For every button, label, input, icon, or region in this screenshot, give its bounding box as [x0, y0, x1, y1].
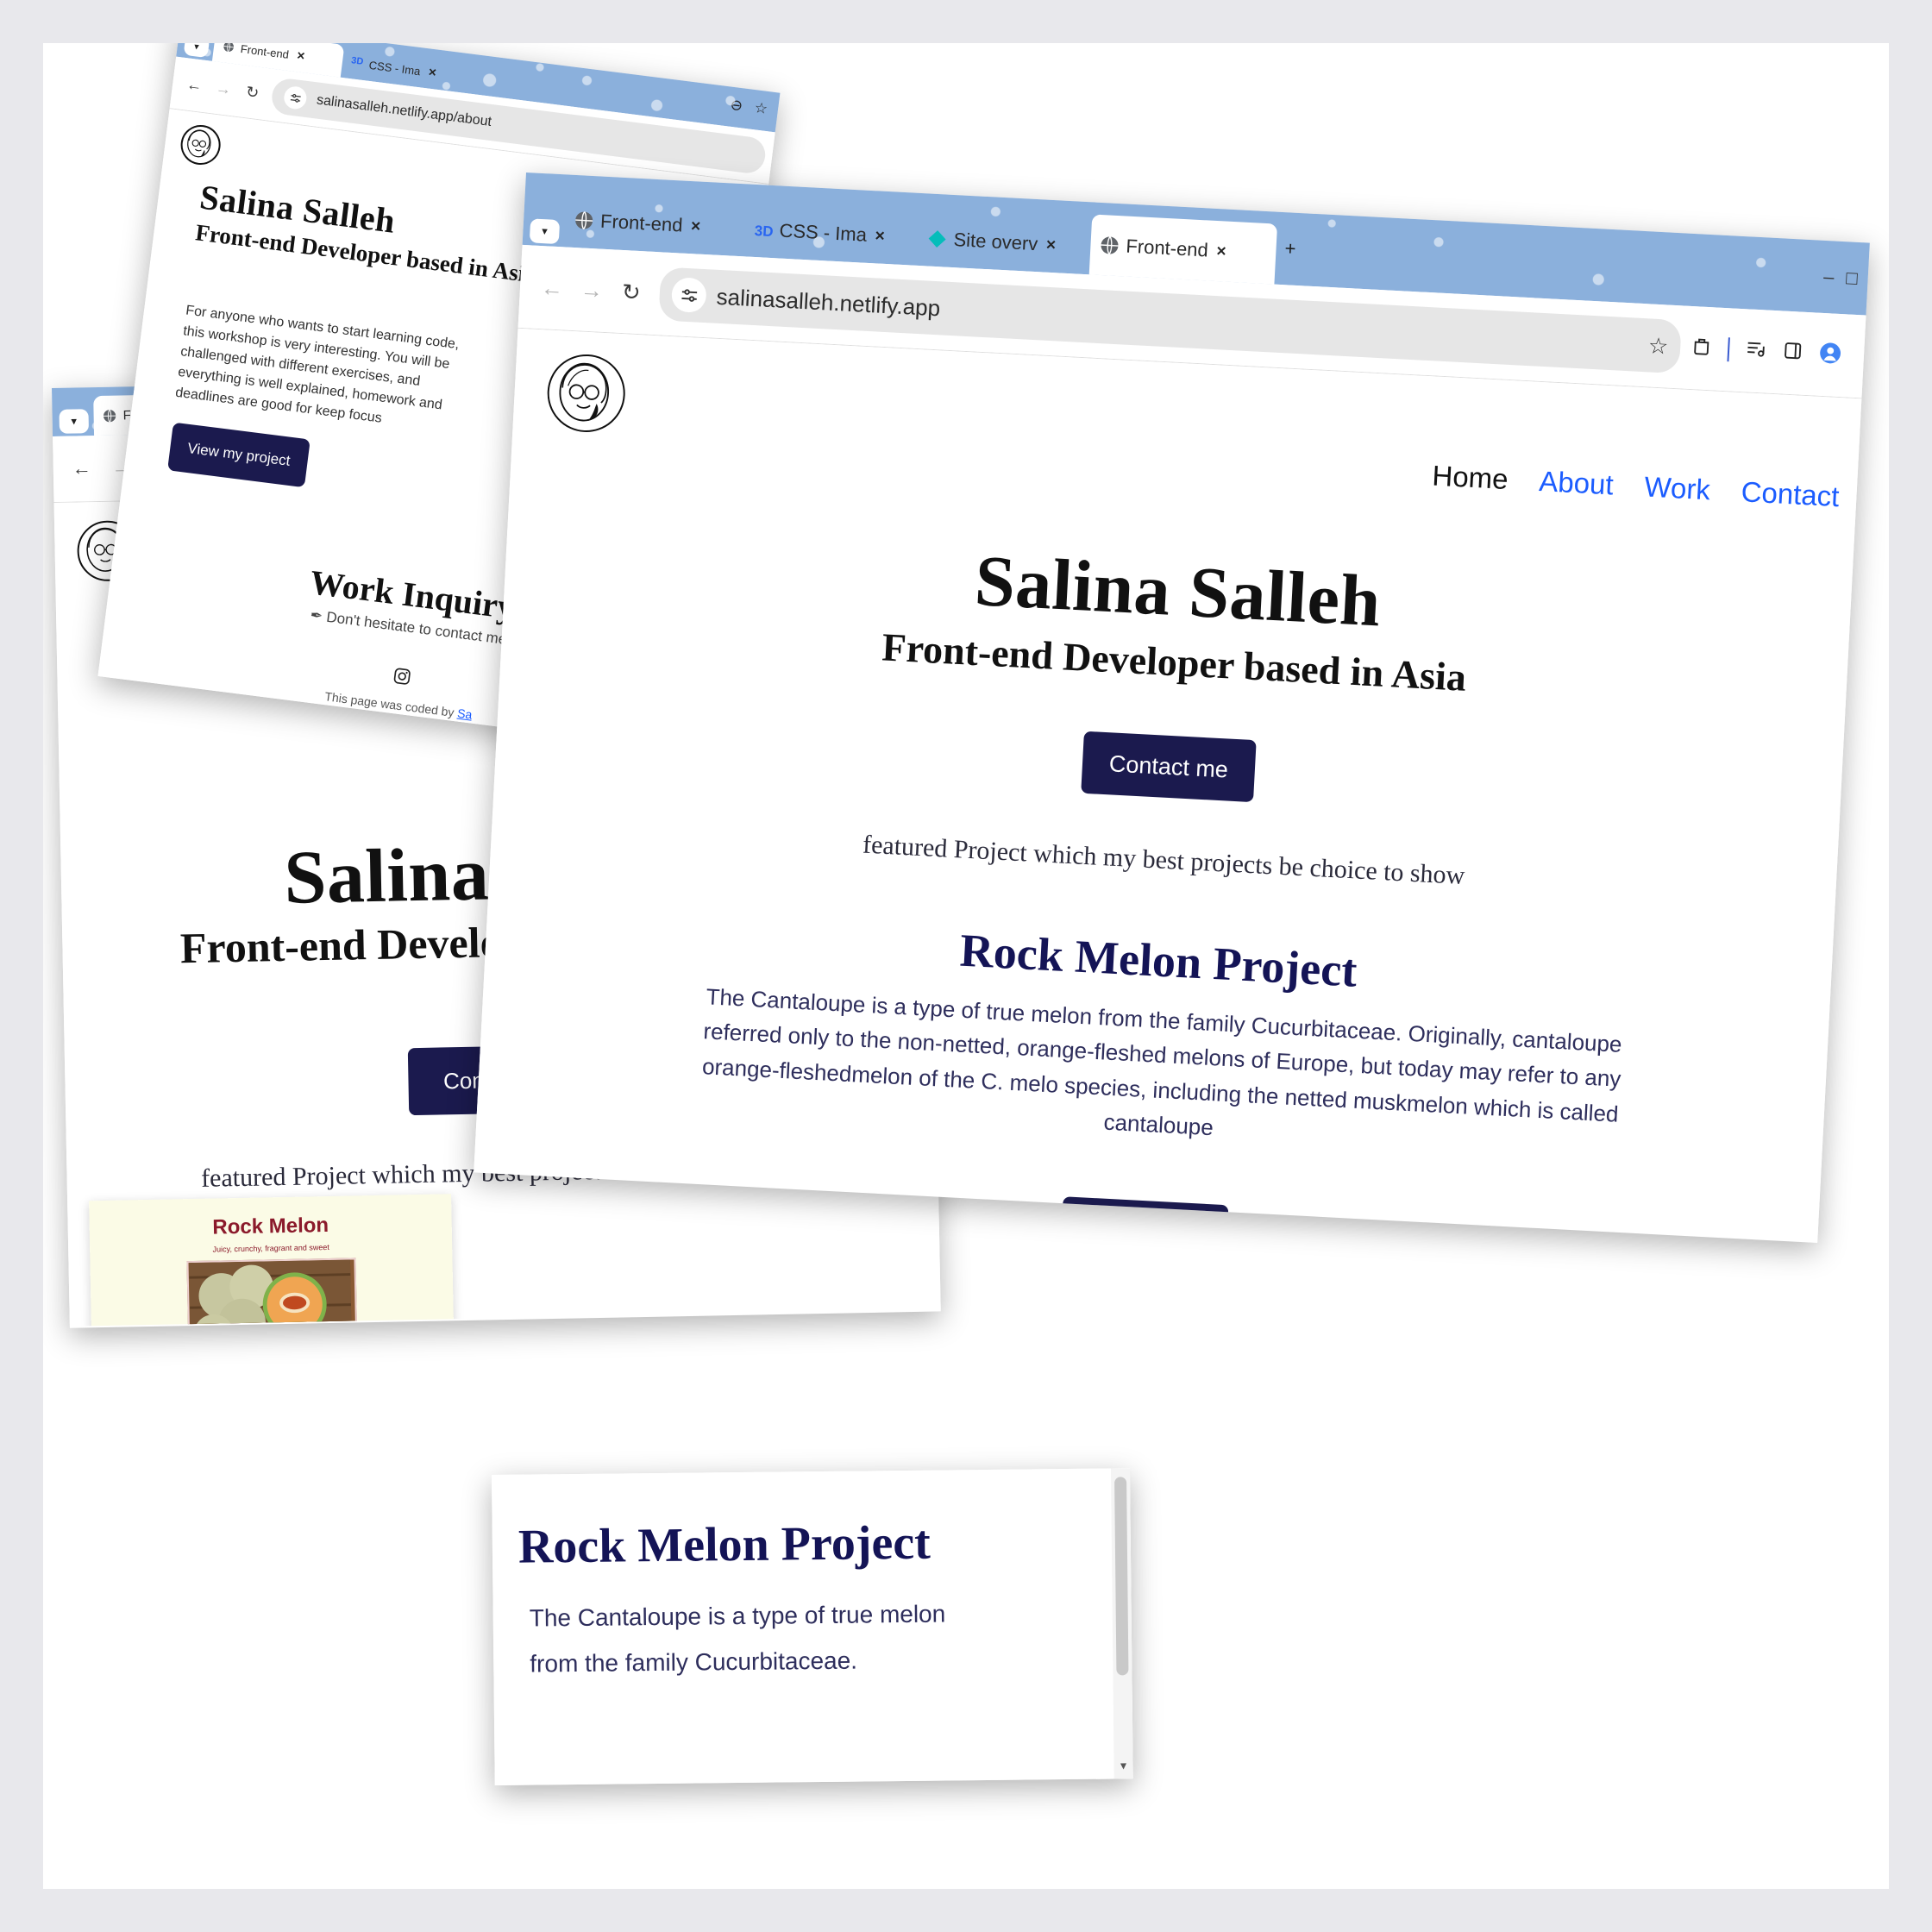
maximize-button[interactable]: □ — [1846, 267, 1859, 290]
melon-card-title: Rock Melon — [212, 1214, 329, 1239]
scrollbar-thumb[interactable] — [1114, 1477, 1129, 1676]
screenshot-canvas: ▾ Front-end ✕ ← → ↻ s — [43, 43, 1889, 1889]
tab-front-end-1[interactable]: Front-end ✕ — [564, 191, 748, 256]
tab-close-icon[interactable]: ✕ — [874, 228, 886, 244]
vertical-scrollbar[interactable]: ▼ — [1110, 1468, 1133, 1779]
address-bar-text: salinasalleh.netlify.app — [716, 283, 941, 321]
instagram-icon[interactable] — [391, 666, 412, 692]
tabstrip-right-icons[interactable]: ⊖ ☆ — [718, 95, 779, 122]
nav-link-home[interactable]: Home — [1432, 459, 1509, 496]
featured-projects-line: featured Project which my best projects … — [862, 830, 1466, 891]
star-icon[interactable]: ☆ — [1647, 332, 1669, 360]
about-paragraph: For anyone who wants to start learning c… — [174, 303, 461, 426]
zoom-out-icon[interactable]: ⊖ — [730, 97, 744, 116]
tab-css-images[interactable]: 3D CSS - Ima ✕ — [744, 201, 919, 265]
reload-button[interactable]: ↻ — [237, 82, 268, 104]
extensions-icon[interactable] — [1690, 335, 1713, 361]
tab-close-icon[interactable]: ✕ — [690, 218, 702, 235]
browser-window-project-detail[interactable]: Rock Melon Project The Cantaloupe is a t… — [492, 1468, 1133, 1785]
tab-close-icon[interactable]: ✕ — [427, 66, 437, 78]
scroll-down-arrow-icon[interactable]: ▼ — [1118, 1760, 1128, 1772]
tab-title: Site overv — [952, 229, 1038, 255]
forward-button[interactable]: → — [571, 275, 612, 304]
nav-link-work[interactable]: Work — [1644, 470, 1711, 506]
tab-title: Front-end — [1125, 235, 1209, 261]
project-body-main: The Cantaloupe is a type of true melon f… — [701, 983, 1623, 1141]
star-icon[interactable]: ☆ — [754, 99, 769, 118]
nav-link-about[interactable]: About — [1538, 465, 1615, 501]
toolbar-right-icons[interactable] — [1679, 334, 1852, 369]
globe-icon — [1101, 236, 1119, 254]
address-bar-text: salinasalleh.netlify.app/about — [316, 92, 492, 129]
css-icon: 3D — [754, 222, 775, 240]
tab-close-icon[interactable]: ✕ — [1215, 243, 1227, 260]
minimize-button[interactable]: – — [1823, 266, 1835, 289]
reading-list-icon[interactable] — [1744, 337, 1767, 364]
footer-author-link[interactable]: Sa — [456, 706, 473, 722]
learn-more-button[interactable]: Learn more — [1060, 1196, 1229, 1244]
side-panel-icon[interactable] — [1781, 340, 1804, 367]
avatar — [178, 122, 223, 167]
tab-close-icon[interactable]: ✕ — [1045, 237, 1057, 254]
globe-icon — [575, 211, 593, 230]
page-content-project-detail: Rock Melon Project The Cantaloupe is a t… — [492, 1468, 1133, 1785]
toolbar-divider — [1727, 337, 1730, 362]
tab-search-chevron-icon[interactable]: ▾ — [183, 43, 210, 59]
browser-window-home-main[interactable]: ▾ Front-end ✕ 3D CSS - Ima ✕ Site overv — [474, 172, 1870, 1244]
tab-title: Front-end — [240, 43, 290, 61]
nav-link-contact[interactable]: Contact — [1741, 475, 1841, 513]
rock-melon-card: Rock Melon Juicy, crunchy, fragrant and … — [89, 1194, 456, 1327]
tab-front-end-active[interactable]: Front-end ✕ — [1088, 214, 1278, 285]
site-settings-icon[interactable] — [670, 277, 707, 314]
project-body-detail: The Cantaloupe is a type of true melon f… — [529, 1600, 946, 1678]
forward-button[interactable]: → — [208, 78, 239, 99]
tab-title: Front-end — [599, 210, 684, 236]
globe-icon — [104, 409, 116, 423]
window-controls[interactable]: – □ — [1813, 265, 1869, 290]
site-settings-icon[interactable] — [282, 85, 308, 110]
tab-title: CSS - Ima — [778, 219, 868, 246]
tab-search-chevron-icon[interactable]: ▾ — [529, 218, 561, 245]
project-title-detail: Rock Melon Project — [518, 1515, 932, 1574]
page-content-home-main: Home About Work Contact Salina Salleh Fr… — [474, 328, 1862, 1244]
back-button[interactable]: ← — [179, 74, 210, 96]
new-tab-button[interactable]: + — [1276, 237, 1305, 260]
globe-icon — [223, 43, 234, 53]
view-my-project-button[interactable]: View my project — [167, 422, 310, 488]
back-button[interactable]: ← — [62, 457, 102, 480]
site-nav-main[interactable]: Home About Work Contact — [1432, 459, 1841, 513]
tab-title: CSS - Ima — [367, 58, 422, 78]
tab-search-chevron-icon[interactable]: ▾ — [59, 409, 90, 434]
avatar — [545, 352, 627, 435]
back-button[interactable]: ← — [531, 273, 573, 302]
css-icon: 3D — [350, 54, 365, 67]
contact-me-button[interactable]: Contact me — [1081, 731, 1257, 803]
profile-avatar-icon[interactable] — [1818, 341, 1842, 368]
about-heading-block: Salina Salleh Front-end Developer based … — [194, 178, 545, 291]
melon-card-subtitle: Juicy, crunchy, fragrant and sweet — [212, 1243, 329, 1254]
rock-melon-photo — [186, 1258, 359, 1327]
reload-button[interactable]: ↻ — [611, 278, 652, 306]
tab-close-icon[interactable]: ✕ — [296, 49, 306, 62]
tab-site-overview[interactable]: Site overv ✕ — [917, 210, 1092, 274]
pen-icon: ✒ — [309, 606, 324, 624]
netlify-diamond-icon — [928, 230, 946, 248]
